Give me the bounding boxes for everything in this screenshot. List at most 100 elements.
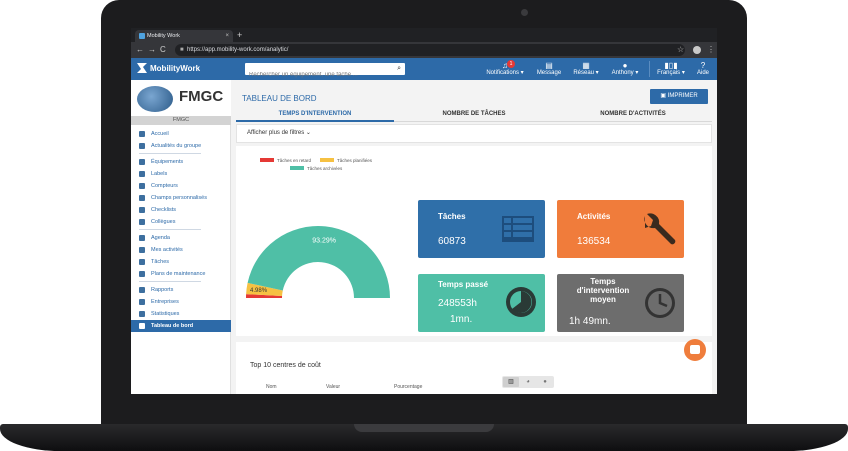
donut-data-label: 4.98%	[250, 288, 268, 294]
tasks-icon	[139, 259, 145, 265]
reload-icon[interactable]: C	[160, 44, 166, 56]
donut-chart: 4.98% 93.29%	[246, 226, 390, 298]
wrench-icon	[644, 213, 676, 245]
section-title: Top 10 centres de coût	[250, 362, 321, 369]
card-value-secondary: 1mn.	[450, 314, 473, 325]
menu-dots-icon[interactable]: ⋮	[707, 44, 715, 56]
sidebar-divider	[139, 281, 201, 282]
sidebar-item-statistiques[interactable]: Statistiques	[131, 308, 231, 320]
sidebar-divider	[139, 153, 201, 154]
sidebar: FMGC FMGC Accueil Actualités du groupe É…	[131, 80, 231, 394]
browser-tab[interactable]: Mobility Work ×	[135, 30, 233, 42]
clock-icon	[645, 288, 675, 318]
card-value: 136534	[577, 236, 611, 247]
chat-icon	[690, 345, 700, 354]
sidebar-item-rapports[interactable]: Rapports	[131, 284, 231, 296]
colleagues-icon	[139, 219, 145, 225]
filters-toggle[interactable]: Afficher plus de filtres ⌄	[236, 124, 712, 143]
calendar-icon	[139, 235, 145, 241]
sidebar-item-compteurs[interactable]: Compteurs	[131, 180, 231, 192]
tab-nombre-activites[interactable]: NOMBRE D'ACTIVITÉS	[554, 108, 712, 122]
chevron-down-icon: ⌄	[305, 130, 311, 136]
address-bar[interactable]: ■ https://app.mobility-work.com/analytic…	[175, 44, 685, 56]
legend-item: Tâches en retard	[260, 158, 311, 164]
new-tab-button[interactable]: +	[237, 29, 242, 41]
network-icon: ▦	[582, 61, 590, 70]
sidebar-item-plans[interactable]: Plans de maintenance	[131, 268, 231, 280]
back-icon[interactable]: ←	[136, 44, 144, 56]
sidebar-item-checklists[interactable]: Checklists	[131, 204, 231, 216]
table-header: Valeur	[326, 384, 341, 390]
screen: Mobility Work × + ← → C ■ https://app.mo…	[131, 28, 717, 394]
group-news-icon	[139, 143, 145, 149]
profile-icon[interactable]	[693, 46, 701, 54]
message-menu[interactable]: ▤ Message	[535, 61, 563, 77]
home-icon	[139, 131, 145, 137]
browser-toolbar: ← → C ■ https://app.mobility-work.com/an…	[131, 42, 717, 58]
checklist-icon	[139, 207, 145, 213]
sidebar-item-tableau-de-bord[interactable]: Tableau de bord	[131, 320, 231, 332]
card-value: 248553h	[438, 298, 477, 309]
card-title: Tâches	[438, 212, 466, 221]
donut-chart-icon[interactable]: ●	[537, 377, 553, 387]
tag-icon	[139, 171, 145, 177]
legend-item: Tâches planifiées	[320, 158, 372, 164]
sidebar-item-accueil[interactable]: Accueil	[131, 128, 231, 140]
search-box: ⌕	[245, 63, 405, 81]
tab-title: Mobility Work	[147, 33, 180, 39]
custom-field-icon	[139, 195, 145, 201]
user-avatar-icon: ●	[622, 61, 628, 70]
card-title: Temps passé	[438, 280, 489, 289]
report-icon	[139, 287, 145, 293]
pie-chart-icon[interactable]: ◕	[520, 377, 536, 387]
logo-mark-icon	[137, 63, 147, 73]
print-button[interactable]: ▣ IMPRIMER	[650, 89, 708, 104]
message-icon: ▤	[545, 61, 553, 70]
webcam	[521, 9, 528, 16]
printer-icon: ▣	[660, 93, 668, 99]
statistics-icon	[139, 311, 145, 317]
bookmark-star-icon[interactable]: ☆	[677, 44, 684, 56]
reseau-menu[interactable]: ▦ Réseau ▾	[571, 61, 601, 77]
url-text: https://app.mobility-work.com/analytic/	[187, 47, 289, 53]
language-menu[interactable]: ▮▯▮ Français ▾	[653, 61, 689, 77]
sidebar-item-agenda[interactable]: Agenda	[131, 232, 231, 244]
wrench-icon	[139, 159, 145, 165]
legend-label: Tâches archivées	[307, 166, 343, 171]
user-menu[interactable]: ● Anthony ▾	[607, 61, 643, 77]
page-title: TABLEAU DE BORD	[242, 94, 317, 103]
company-icon	[139, 299, 145, 305]
search-icon[interactable]: ⌕	[397, 65, 401, 73]
bell-icon: ♫	[502, 61, 508, 70]
bar-chart-icon[interactable]: ▥	[503, 377, 519, 387]
counter-icon	[139, 183, 145, 189]
sidebar-divider	[139, 229, 201, 230]
help-menu[interactable]: ? Aide	[693, 61, 713, 77]
chat-button[interactable]	[684, 339, 706, 361]
tab-close-icon[interactable]: ×	[225, 30, 229, 42]
legend-swatch	[320, 158, 334, 162]
browser-tabbar: Mobility Work × +	[131, 28, 717, 42]
app-header: MobilityWork ⌕ ♫ 1 Notifications ▾ ▤ Mes…	[131, 58, 717, 81]
sidebar-item-collegues[interactable]: Collègues	[131, 216, 231, 228]
sidebar-item-actualites[interactable]: Actualités du groupe	[131, 140, 231, 152]
forward-icon[interactable]: →	[148, 44, 156, 56]
card-taches: Tâches 60873	[418, 200, 545, 258]
notifications-menu[interactable]: ♫ 1 Notifications ▾	[483, 60, 527, 77]
table-icon	[502, 216, 534, 242]
notification-badge: 1	[507, 60, 515, 68]
lock-icon: ■	[180, 47, 184, 53]
tab-nombre-taches[interactable]: NOMBRE DE TÂCHES	[395, 108, 553, 122]
sidebar-item-labels[interactable]: Labels	[131, 168, 231, 180]
tab-temps-intervention[interactable]: TEMPS D'INTERVENTION	[236, 108, 394, 122]
sidebar-item-entreprises[interactable]: Entreprises	[131, 296, 231, 308]
sidebar-item-mes-activites[interactable]: Mes activités	[131, 244, 231, 256]
chart-type-switcher: ▥ ◕ ●	[502, 376, 554, 388]
sidebar-item-champs[interactable]: Champs personnalisés	[131, 192, 231, 204]
sidebar-item-taches[interactable]: Tâches	[131, 256, 231, 268]
company-logo-icon	[137, 86, 173, 112]
legend-item: Tâches archivées	[290, 166, 342, 172]
sidebar-item-equipements[interactable]: Équipements	[131, 156, 231, 168]
app-logo[interactable]: MobilityWork	[137, 62, 200, 76]
company-name: FMGC	[179, 88, 224, 105]
